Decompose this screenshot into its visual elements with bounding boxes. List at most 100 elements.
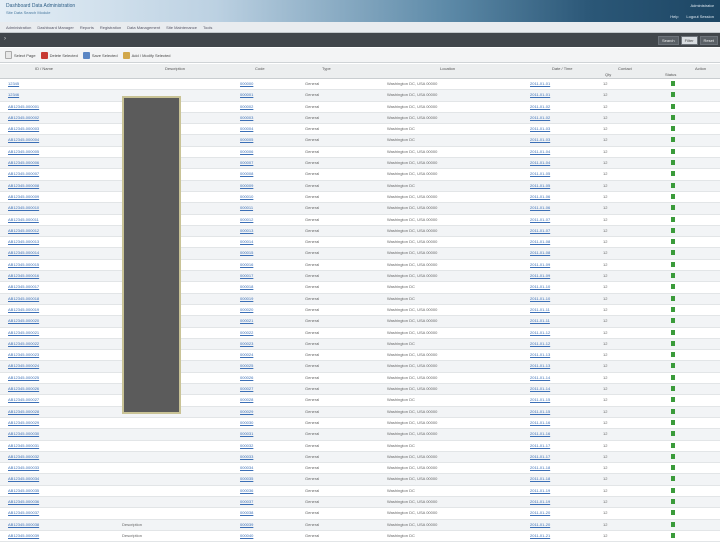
- row-date-link[interactable]: 2011-01-13: [530, 363, 550, 368]
- row-id-link[interactable]: AB12345-000030: [8, 431, 39, 436]
- row-date-link[interactable]: 2011-01-12: [530, 341, 550, 346]
- row-code-link[interactable]: 000036: [240, 488, 253, 493]
- row-date-link[interactable]: 2011-01-09: [530, 262, 550, 267]
- table-row[interactable]: AB12345-000028 000029 General Washington DC…: [0, 406, 720, 418]
- row-id-link[interactable]: AB12345-000032: [8, 454, 39, 459]
- row-code-link[interactable]: 000020: [240, 307, 253, 312]
- row-id-link[interactable]: AB12345-000028: [8, 409, 39, 414]
- table-row[interactable]: 12346 000001 General Washington DC, USA 000…: [0, 90, 720, 102]
- row-id-link[interactable]: AB12345-000004: [8, 137, 39, 142]
- row-id-link[interactable]: AB12345-000037: [8, 510, 39, 515]
- table-row[interactable]: 12345 000000 General Washington DC, USA 000…: [0, 79, 720, 91]
- row-code-link[interactable]: 000009: [240, 183, 253, 188]
- row-date-link[interactable]: 2011-01-01: [530, 81, 550, 86]
- row-id-link[interactable]: AB12345-000009: [8, 194, 39, 199]
- row-date-link[interactable]: 2011-01-12: [530, 330, 550, 335]
- row-code-link[interactable]: 000012: [240, 217, 253, 222]
- help-link[interactable]: Help: [670, 14, 678, 19]
- table-row[interactable]: AB12345-000017 000018 General Washington DC…: [0, 282, 720, 294]
- table-row[interactable]: AB12345-000032 000033 General Washington DC…: [0, 451, 720, 464]
- row-date-link[interactable]: 2011-01-18: [530, 465, 550, 470]
- row-date-link[interactable]: 2011-01-07: [530, 217, 550, 222]
- row-code-link[interactable]: 000038: [240, 510, 253, 515]
- search-button[interactable]: Search: [657, 36, 679, 45]
- row-id-link[interactable]: AB12345-000023: [8, 352, 39, 357]
- menu-item-site[interactable]: Site Maintenance: [166, 25, 197, 30]
- row-date-link[interactable]: 2011-01-01: [530, 92, 550, 97]
- table-row[interactable]: AB12345-000011 000012 General Washington DC…: [0, 215, 720, 226]
- row-code-link[interactable]: 000016: [240, 262, 253, 267]
- table-row[interactable]: AB12345-000007 000008 General Washington DC…: [0, 169, 720, 181]
- table-row[interactable]: AB12345-000037 000038 General Washington DC…: [0, 508, 720, 520]
- row-date-link[interactable]: 2011-01-19: [530, 499, 550, 504]
- menu-item-dashboard[interactable]: Dashboard Manager: [37, 25, 73, 30]
- row-id-link[interactable]: AB12345-000031: [8, 443, 39, 448]
- menu-item-data[interactable]: Data Management: [127, 25, 160, 30]
- column-header-date[interactable]: Date / Time: [552, 66, 572, 71]
- table-row[interactable]: AB12345-000030 000031 General Washington DC…: [0, 429, 720, 441]
- row-code-link[interactable]: 000028: [240, 397, 253, 402]
- row-code-link[interactable]: 000017: [240, 273, 253, 278]
- table-row[interactable]: AB12345-000013 000014 General Washington DC…: [0, 237, 720, 249]
- row-id-link[interactable]: 12346: [8, 92, 19, 97]
- row-code-link[interactable]: 000029: [240, 409, 253, 414]
- table-row[interactable]: AB12345-000002 000003 General Washington DC…: [0, 112, 720, 125]
- row-id-link[interactable]: AB12345-000021: [8, 330, 39, 335]
- table-row[interactable]: AB12345-000029 000030 General Washington DC…: [0, 418, 720, 430]
- row-code-link[interactable]: 000034: [240, 465, 253, 470]
- column-header-status[interactable]: Status: [665, 72, 676, 77]
- row-code-link[interactable]: 000024: [240, 352, 253, 357]
- table-row[interactable]: AB12345-000008 000009 General Washington DC…: [0, 180, 720, 192]
- row-date-link[interactable]: 2011-01-19: [530, 488, 550, 493]
- row-id-link[interactable]: AB12345-000036: [8, 499, 39, 504]
- row-date-link[interactable]: 2011-01-21: [530, 533, 550, 538]
- logout-link[interactable]: Logout Session: [686, 14, 714, 19]
- row-code-link[interactable]: 000035: [240, 476, 253, 481]
- row-code-link[interactable]: 000014: [240, 239, 253, 244]
- row-date-link[interactable]: 2011-01-06: [530, 194, 550, 199]
- row-id-link[interactable]: AB12345-000024: [8, 363, 39, 368]
- row-id-link[interactable]: AB12345-000015: [8, 262, 39, 267]
- table-row[interactable]: AB12345-000038 Description 000039 General Wa…: [0, 519, 720, 531]
- row-id-link[interactable]: AB12345-000025: [8, 375, 39, 380]
- menu-item-registration[interactable]: Registration: [100, 25, 121, 30]
- table-row[interactable]: AB12345-000012 000013 General Washington DC…: [0, 225, 720, 238]
- table-row[interactable]: AB12345-000016 000017 General Washington DC…: [0, 271, 720, 283]
- row-code-link[interactable]: 000010: [240, 194, 253, 199]
- row-code-link[interactable]: 000018: [240, 284, 253, 289]
- row-code-link[interactable]: 000004: [240, 126, 253, 131]
- row-code-link[interactable]: 000027: [240, 386, 253, 391]
- table-row[interactable]: AB12345-000039 Description 000040 General Wa…: [0, 531, 720, 542]
- table-row[interactable]: AB12345-000034 000035 General Washington DC…: [0, 474, 720, 486]
- row-code-link[interactable]: 000003: [240, 115, 253, 120]
- row-code-link[interactable]: 000021: [240, 318, 253, 323]
- row-date-link[interactable]: 2011-01-04: [530, 149, 550, 154]
- row-code-link[interactable]: 000040: [240, 533, 253, 538]
- row-code-link[interactable]: 000006: [240, 149, 253, 154]
- row-code-link[interactable]: 000011: [240, 205, 253, 210]
- row-code-link[interactable]: 000019: [240, 296, 253, 301]
- menu-item-reports[interactable]: Reports: [80, 25, 94, 30]
- row-date-link[interactable]: 2011-01-02: [530, 115, 550, 120]
- row-id-link[interactable]: AB12345-000001: [8, 104, 39, 109]
- edit-selected-button[interactable]: Add / Modify Selected: [122, 51, 171, 59]
- table-row[interactable]: AB12345-000020 000021 General Washington DC…: [0, 316, 720, 328]
- table-row[interactable]: AB12345-000015 000016 General Washington DC…: [0, 260, 720, 272]
- reset-button[interactable]: Reset: [699, 36, 718, 45]
- row-code-link[interactable]: 000015: [240, 250, 253, 255]
- row-id-link[interactable]: AB12345-000007: [8, 171, 39, 176]
- row-id-link[interactable]: AB12345-000013: [8, 239, 39, 244]
- row-date-link[interactable]: 2011-01-06: [530, 205, 550, 210]
- delete-selected-button[interactable]: Delete Selected: [40, 51, 78, 59]
- row-code-link[interactable]: 000026: [240, 375, 253, 380]
- row-date-link[interactable]: 2011-01-08: [530, 250, 550, 255]
- row-date-link[interactable]: 2011-01-03: [530, 126, 550, 131]
- row-date-link[interactable]: 2011-01-10: [530, 284, 550, 289]
- row-id-link[interactable]: AB12345-000035: [8, 488, 39, 493]
- table-row[interactable]: AB12345-000006 000007 General Washington DC…: [0, 158, 720, 170]
- column-header-contact[interactable]: Contact: [618, 66, 632, 71]
- row-id-link[interactable]: AB12345-000029: [8, 420, 39, 425]
- row-code-link[interactable]: 000037: [240, 499, 253, 504]
- table-row[interactable]: AB12345-000001 000002 General Washington DC…: [0, 102, 720, 113]
- row-code-link[interactable]: 000030: [240, 420, 253, 425]
